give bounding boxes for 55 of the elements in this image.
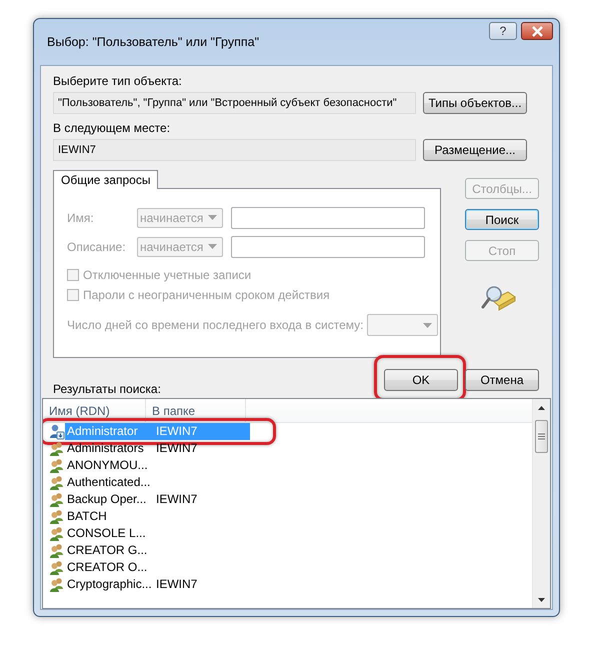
result-folder: IEWIN7 <box>150 423 250 440</box>
results-label: Результаты поиска: <box>53 382 162 398</box>
close-button[interactable] <box>521 22 553 40</box>
result-name[interactable]: Administrators <box>65 440 150 457</box>
input-field[interactable] <box>231 236 425 258</box>
result-name[interactable]: CREATOR O... <box>65 559 150 576</box>
result-name[interactable]: Authenticated... <box>65 474 150 491</box>
result-folder: IEWIN7 <box>155 576 198 593</box>
result-name[interactable]: ANONYMOU... <box>65 457 150 474</box>
days-label: Число дней со времени последнего входа в систему: <box>67 318 364 332</box>
object-types-button[interactable]: Типы объектов... <box>423 92 527 114</box>
close-icon <box>530 26 544 36</box>
field-label: Описание: <box>67 240 127 254</box>
group-icon <box>49 474 65 490</box>
group-icon <box>49 508 65 524</box>
checkbox-label: Пароли с неограниченным сроком действия <box>83 288 330 302</box>
scroll-up-icon[interactable] <box>538 406 545 410</box>
result-name[interactable]: Cryptographic... <box>65 576 150 593</box>
group-icon <box>49 576 65 592</box>
checkbox-label: Отключенные учетные записи <box>83 268 252 282</box>
scrollbar[interactable] <box>532 399 550 608</box>
group-icon <box>49 526 65 542</box>
dialog-button[interactable]: OK <box>384 369 458 391</box>
days-dropdown[interactable] <box>367 314 438 336</box>
dropdown-arrow-icon <box>208 215 217 220</box>
scroll-down-icon[interactable] <box>538 598 545 602</box>
column-header[interactable]: Имя (RDN) <box>43 399 146 422</box>
object-type-label: Выберите тип объекта: <box>53 74 183 88</box>
group-icon <box>49 440 65 456</box>
result-name[interactable]: CONSOLE L... <box>65 525 150 542</box>
result-folder: IEWIN7 <box>155 440 198 457</box>
grip-icon <box>538 433 545 440</box>
result-folder: IEWIN7 <box>155 491 198 508</box>
group-icon <box>49 542 65 558</box>
side-button[interactable]: Поиск <box>465 209 539 230</box>
input-field[interactable] <box>231 206 425 228</box>
dropdown-arrow-icon <box>208 244 217 249</box>
tab[interactable]: Общие запросы <box>53 170 158 189</box>
user-icon <box>49 424 65 440</box>
location-button[interactable]: Размещение... <box>423 139 527 161</box>
column-header[interactable]: В папке <box>146 399 246 422</box>
result-name[interactable]: BATCH <box>65 508 150 525</box>
dialog-button[interactable]: Отмена <box>465 369 539 391</box>
group-icon <box>49 492 65 508</box>
result-name[interactable]: CREATOR G... <box>65 542 150 559</box>
object-type-field: "Пользователь", "Группа" или "Встроенный субъект безопасности" <box>53 92 416 114</box>
group-icon <box>49 458 65 474</box>
dropdown-arrow-icon <box>423 322 432 328</box>
group-icon <box>49 560 65 576</box>
window-title: Выбор: "Пользователь" или "Группа" <box>47 35 260 49</box>
result-name[interactable]: Backup Oper... <box>65 491 150 508</box>
field-label: Имя: <box>67 210 95 224</box>
help-button[interactable]: ? <box>489 22 517 40</box>
location-field: IEWIN7 <box>53 139 416 161</box>
location-label: В следующем месте: <box>53 121 172 135</box>
